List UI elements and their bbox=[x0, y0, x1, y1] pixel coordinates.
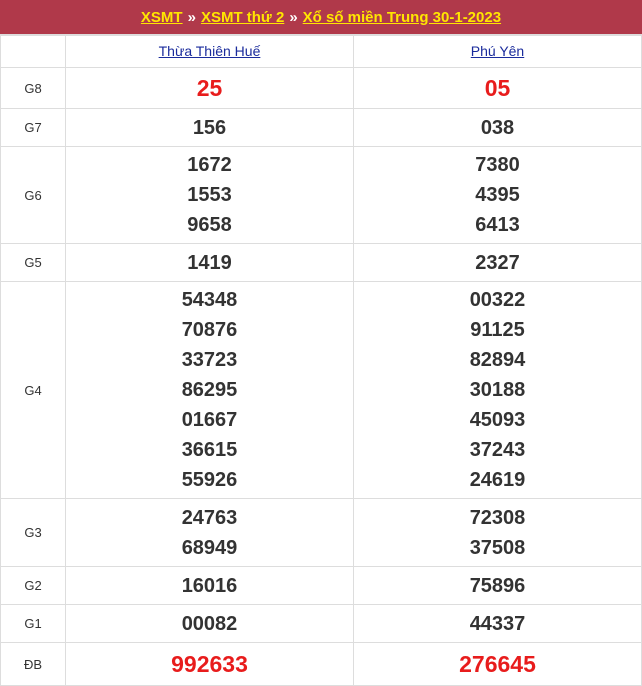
special-prize-number: 992633 bbox=[171, 651, 248, 677]
prize-row-g6: G6 1672 1553 9658 7380 4395 6413 bbox=[0, 146, 642, 244]
result-cell: 038 bbox=[353, 108, 642, 147]
breadcrumb-page-title-link[interactable]: Xổ số miền Trung 30-1-2023 bbox=[303, 9, 501, 26]
result-number: 038 bbox=[480, 116, 515, 139]
result-cell: 1672 1553 9658 bbox=[65, 146, 354, 244]
result-number: 37243 bbox=[469, 439, 526, 461]
result-number: 91125 bbox=[470, 319, 525, 341]
result-number: 9658 bbox=[187, 214, 232, 236]
result-cell: 156 bbox=[65, 108, 354, 147]
result-number: 70876 bbox=[181, 319, 238, 341]
breadcrumb: XSMT » XSMT thứ 2 » Xổ số miền Trung 30-… bbox=[0, 0, 642, 35]
province-header-cell: Thừa Thiên Huế bbox=[65, 35, 354, 68]
result-number: 68949 bbox=[181, 536, 238, 559]
result-number: 45093 bbox=[469, 409, 526, 431]
prize-label: G5 bbox=[0, 243, 66, 282]
result-number: 30188 bbox=[469, 379, 526, 401]
result-cell: 44337 bbox=[353, 604, 642, 643]
prize-label: G1 bbox=[0, 604, 66, 643]
province-header-row: Thừa Thiên Huế Phú Yên bbox=[0, 35, 642, 68]
result-cell: 16016 bbox=[65, 566, 354, 605]
result-cell: 05 bbox=[353, 67, 642, 109]
result-cell: 54348 70876 33723 86295 01667 36615 5592… bbox=[65, 281, 354, 499]
prize-row-g2: G2 16016 75896 bbox=[0, 566, 642, 605]
result-number: 36615 bbox=[181, 439, 238, 461]
result-number: 6413 bbox=[475, 214, 520, 236]
prize-row-g7: G7 156 038 bbox=[0, 108, 642, 147]
prize-row-special: ĐB 992633 276645 bbox=[0, 642, 642, 686]
empty-corner-cell bbox=[0, 35, 66, 68]
result-number: 25 bbox=[196, 75, 223, 101]
result-cell: 25 bbox=[65, 67, 354, 109]
result-cell: 00322 91125 82894 30188 45093 37243 2461… bbox=[353, 281, 642, 499]
result-cell: 1419 bbox=[65, 243, 354, 282]
prize-row-g5: G5 1419 2327 bbox=[0, 243, 642, 282]
breadcrumb-xsmt-thu2-link[interactable]: XSMT thứ 2 bbox=[201, 9, 284, 26]
province-link-thua-thien-hue[interactable]: Thừa Thiên Huế bbox=[159, 43, 261, 59]
result-number: 72308 bbox=[469, 506, 526, 529]
result-cell: 992633 bbox=[65, 642, 354, 686]
breadcrumb-xsmt-link[interactable]: XSMT bbox=[141, 9, 183, 26]
result-number: 16016 bbox=[181, 574, 238, 597]
result-number: 00082 bbox=[181, 612, 238, 635]
prize-label: G6 bbox=[0, 146, 66, 244]
result-number: 75896 bbox=[469, 574, 526, 597]
breadcrumb-separator: » bbox=[289, 8, 298, 26]
breadcrumb-separator: » bbox=[187, 8, 196, 26]
result-number: 1553 bbox=[187, 184, 232, 206]
result-number: 00322 bbox=[469, 289, 526, 311]
result-number: 24619 bbox=[469, 469, 526, 491]
province-link-phu-yen[interactable]: Phú Yên bbox=[471, 43, 524, 59]
result-number: 55926 bbox=[181, 469, 238, 491]
result-number: 86295 bbox=[181, 379, 238, 401]
prize-row-g4: G4 54348 70876 33723 86295 01667 36615 5… bbox=[0, 281, 642, 499]
result-number: 7380 bbox=[475, 154, 520, 176]
result-cell: 00082 bbox=[65, 604, 354, 643]
result-number: 24763 bbox=[181, 506, 238, 529]
prize-label: G4 bbox=[0, 281, 66, 499]
result-number: 44337 bbox=[469, 612, 526, 635]
result-cell: 24763 68949 bbox=[65, 498, 354, 567]
result-cell: 7380 4395 6413 bbox=[353, 146, 642, 244]
prize-row-g8: G8 25 05 bbox=[0, 67, 642, 109]
result-cell: 72308 37508 bbox=[353, 498, 642, 567]
results-table: Thừa Thiên Huế Phú Yên G8 25 05 G7 156 0… bbox=[0, 35, 642, 686]
province-header-cell: Phú Yên bbox=[353, 35, 642, 68]
prize-row-g1: G1 00082 44337 bbox=[0, 604, 642, 643]
prize-label: G2 bbox=[0, 566, 66, 605]
prize-label: G8 bbox=[0, 67, 66, 109]
result-number: 54348 bbox=[181, 289, 238, 311]
result-cell: 276645 bbox=[353, 642, 642, 686]
result-number: 1672 bbox=[187, 154, 232, 176]
prize-label: ĐB bbox=[0, 642, 66, 686]
result-cell: 2327 bbox=[353, 243, 642, 282]
result-number: 2327 bbox=[475, 251, 520, 274]
special-prize-number: 276645 bbox=[459, 651, 536, 677]
result-number: 1419 bbox=[187, 251, 232, 274]
result-number: 4395 bbox=[475, 184, 520, 206]
result-number: 05 bbox=[484, 75, 511, 101]
result-number: 33723 bbox=[181, 349, 238, 371]
prize-row-g3: G3 24763 68949 72308 37508 bbox=[0, 498, 642, 567]
result-cell: 75896 bbox=[353, 566, 642, 605]
prize-label: G7 bbox=[0, 108, 66, 147]
result-number: 82894 bbox=[469, 349, 526, 371]
result-number: 01667 bbox=[181, 409, 238, 431]
prize-label: G3 bbox=[0, 498, 66, 567]
result-number: 156 bbox=[192, 116, 227, 139]
result-number: 37508 bbox=[469, 536, 526, 559]
